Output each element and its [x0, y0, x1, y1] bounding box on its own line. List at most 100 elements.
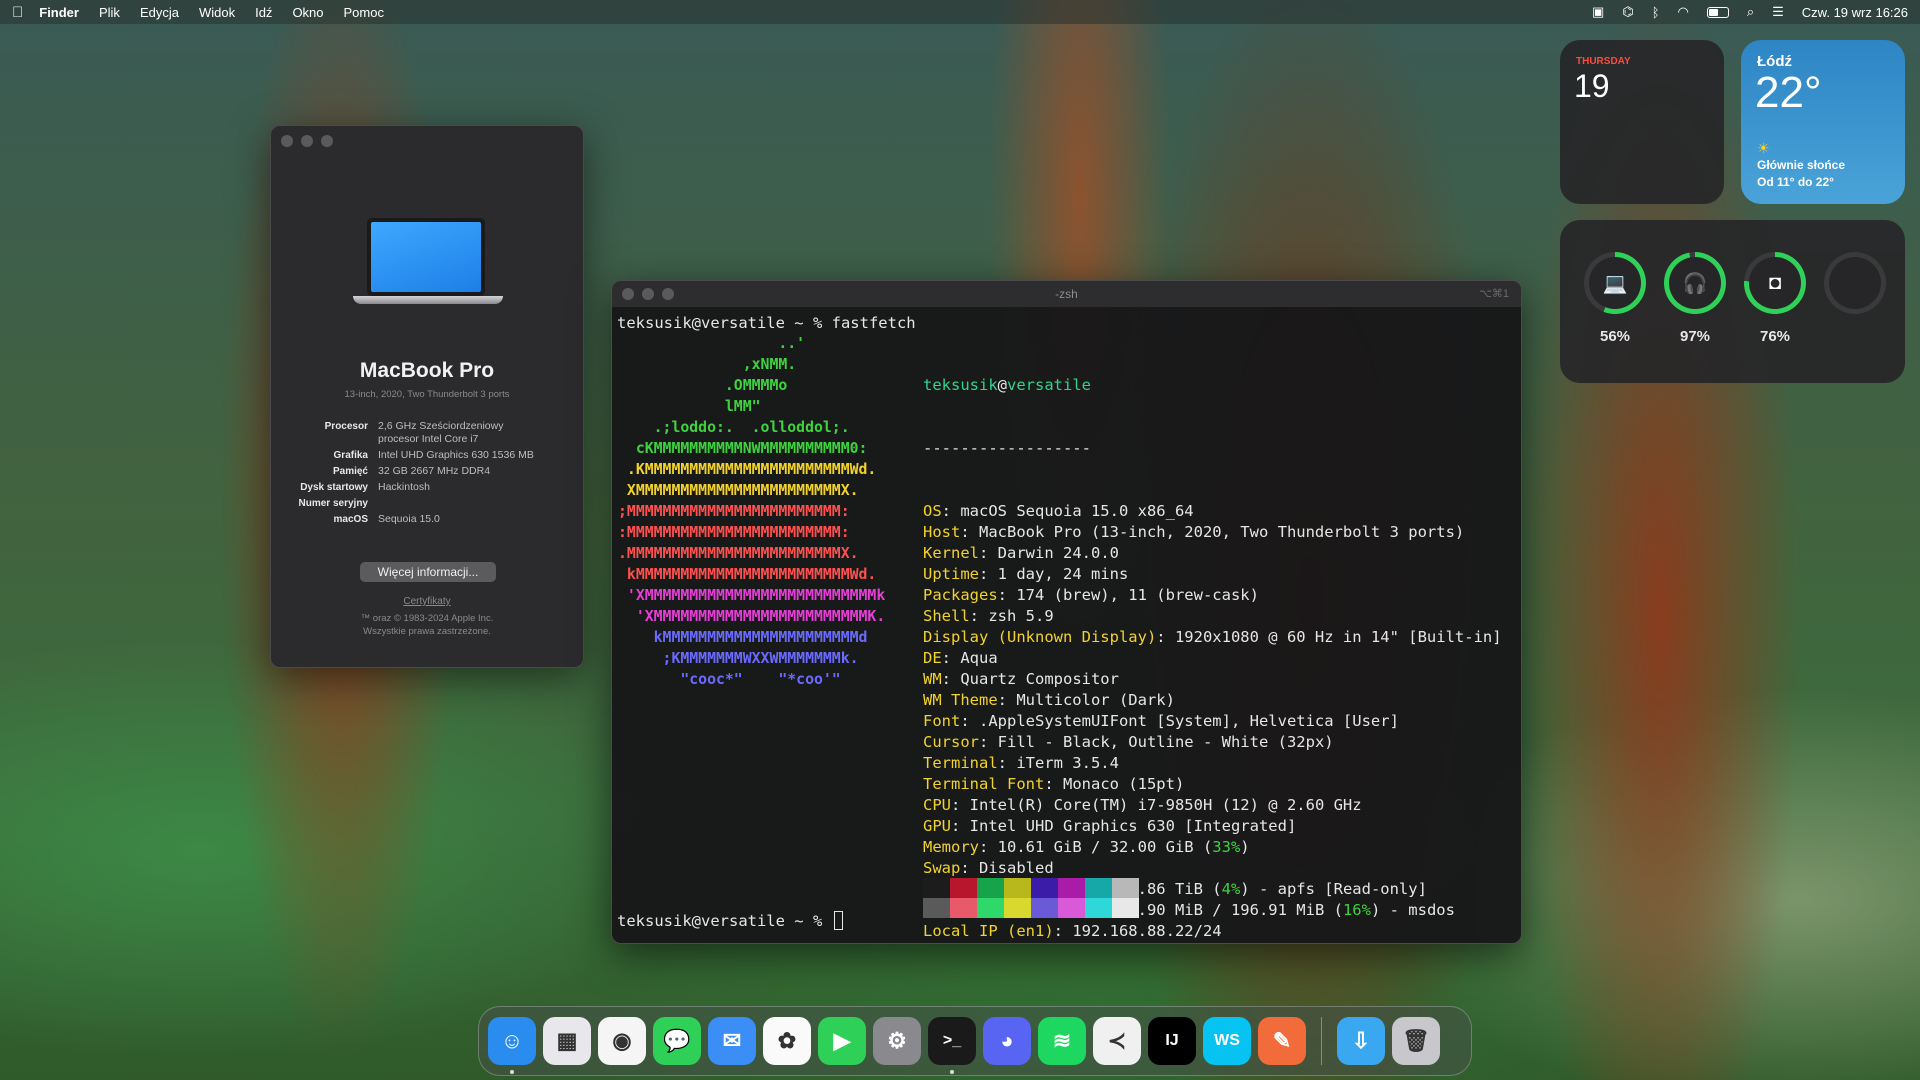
- palette-swatch: [1031, 898, 1058, 918]
- text-cursor: [833, 911, 843, 930]
- spec-row-startup-disk: Dysk startowy Hackintosh: [271, 481, 583, 494]
- info-tail: [Discharging]: [1175, 943, 1306, 944]
- spec-value: 32 GB 2667 MHz DDR4: [378, 465, 491, 477]
- palette-swatch: [1004, 878, 1031, 898]
- info-colon: : 1 day, 24 mins: [979, 565, 1129, 583]
- dock-separator: [1321, 1017, 1322, 1065]
- mail-icon[interactable]: ✉: [708, 1017, 756, 1065]
- info-row: WM: Quartz Compositor: [923, 669, 1502, 690]
- info-label: Cursor: [923, 733, 979, 751]
- trash-icon[interactable]: 🗑: [1392, 1017, 1440, 1065]
- photos-icon[interactable]: ✿: [763, 1017, 811, 1065]
- username: teksusik: [923, 376, 998, 394]
- info-row: WM Theme: Multicolor (Dark): [923, 690, 1502, 711]
- at-sign: @: [997, 376, 1007, 394]
- terminal-window[interactable]: -zsh ⌥⌘1 teksusik@versatile ~ % fastfetc…: [611, 280, 1522, 944]
- info-colon: : Disabled: [960, 859, 1054, 877]
- model-name: MacBook Pro: [359, 359, 495, 382]
- spec-label: Procesor: [324, 421, 368, 432]
- info-label: Terminal Font: [923, 775, 1045, 793]
- ascii-line: .MMMMMMMMMMMMMMMMMMMMMMMMX.: [618, 545, 859, 562]
- finder-icon[interactable]: ☺: [488, 1017, 536, 1074]
- weather-widget[interactable]: Łódź 22° ☀ Głównie słońce Od 11° do 22°: [1741, 40, 1905, 204]
- stage-manager-icon[interactable]: ▣: [1592, 4, 1604, 20]
- info-colon: : 192.168.88.22/24: [1053, 922, 1222, 940]
- facetime-icon[interactable]: ▶: [818, 1017, 866, 1065]
- apple-menu-icon[interactable]: : [12, 4, 23, 21]
- zoom-button[interactable]: [321, 135, 333, 147]
- menu-file[interactable]: Plik: [99, 5, 120, 20]
- discord-icon[interactable]: ◕: [983, 1017, 1031, 1065]
- close-button[interactable]: [281, 135, 293, 147]
- menu-clock[interactable]: Czw. 19 wrz 16:26: [1802, 5, 1908, 20]
- airpods-status-icon[interactable]: ⌬: [1622, 4, 1633, 20]
- running-indicator: [950, 1070, 954, 1074]
- vscode-icon[interactable]: ≺: [1093, 1017, 1141, 1065]
- divider-line: ------------------: [923, 439, 1091, 457]
- spotlight-search-icon[interactable]: ⌕: [1747, 4, 1754, 20]
- system-settings-icon[interactable]: ⚙: [873, 1017, 921, 1065]
- menu-help[interactable]: Pomoc: [344, 5, 384, 20]
- info-row: Packages: 174 (brew), 11 (brew-cask): [923, 585, 1502, 606]
- terminal-icon[interactable]: >_: [928, 1017, 976, 1074]
- info-colon: : macOS Sequoia 15.0 x86_64: [941, 502, 1194, 520]
- terminal-titlebar[interactable]: -zsh ⌥⌘1: [612, 281, 1521, 307]
- calendar-widget[interactable]: THURSDAY 19: [1560, 40, 1724, 204]
- menu-bar:  Finder Plik Edycja Widok Idź Okno Pomo…: [0, 0, 1920, 24]
- info-row: Uptime: 1 day, 24 mins: [923, 564, 1502, 585]
- spec-value: 2,6 GHz Sześciordzeniowy procesor Intel …: [378, 420, 504, 445]
- sketch-icon[interactable]: ✎: [1258, 1017, 1306, 1065]
- info-label: DE: [923, 649, 942, 667]
- spec-row-serial: Numer seryjny: [271, 497, 583, 510]
- battery-ring: 🎧 97%: [1664, 252, 1726, 345]
- menu-edit[interactable]: Edycja: [140, 5, 179, 20]
- active-prompt[interactable]: teksusik@versatile ~ %: [617, 911, 843, 932]
- info-label: CPU: [923, 796, 951, 814]
- palette-swatch: [1112, 898, 1139, 918]
- info-label: Font: [923, 712, 961, 730]
- downloads-folder-icon[interactable]: ⇩: [1337, 1017, 1385, 1065]
- certificates-link[interactable]: Certyfikaty: [271, 596, 583, 607]
- menu-go[interactable]: Idź: [255, 5, 272, 20]
- wifi-icon[interactable]: ◠: [1678, 4, 1689, 20]
- menu-window[interactable]: Okno: [292, 5, 323, 20]
- copyright-text: ™ oraz © 1983-2024 Apple Inc. Wszystkie …: [271, 612, 583, 638]
- battery-percent: 97%: [1679, 328, 1711, 345]
- ascii-line: lMM": [618, 398, 761, 415]
- bluetooth-icon[interactable]: ᛒ: [1652, 5, 1660, 20]
- webstorm-icon[interactable]: WS: [1203, 1017, 1251, 1065]
- menu-view[interactable]: Widok: [199, 5, 235, 20]
- info-label: WM Theme: [923, 691, 998, 709]
- battery-icon[interactable]: [1706, 6, 1729, 18]
- batteries-widget[interactable]: 💻 56% 🎧 97% ◘ 76%: [1560, 220, 1905, 383]
- info-colon: : .AppleSystemUIFont [System], Helvetica…: [960, 712, 1399, 730]
- palette-swatch: [1004, 898, 1031, 918]
- info-label: GPU: [923, 817, 951, 835]
- info-label: OS: [923, 502, 942, 520]
- more-info-button[interactable]: Więcej informacji...: [360, 562, 496, 582]
- spec-row-macos: macOS Sequoia 15.0: [271, 513, 583, 526]
- model-subtitle: 13-inch, 2020, Two Thunderbolt 3 ports: [344, 389, 510, 400]
- info-row: Memory: 10.61 GiB / 32.00 GiB (33%): [923, 837, 1502, 858]
- info-percent: 33%: [1212, 838, 1241, 856]
- chrome-icon[interactable]: ◉: [598, 1017, 646, 1065]
- info-colon: : Quartz Compositor: [941, 670, 1119, 688]
- control-center-icon[interactable]: ☰: [1772, 4, 1784, 20]
- airpods-case-icon: ◘: [1749, 257, 1801, 309]
- launchpad-icon[interactable]: ▦: [543, 1017, 591, 1065]
- info-row: Shell: zsh 5.9: [923, 606, 1502, 627]
- info-label: Shell: [923, 607, 970, 625]
- info-colon: : Multicolor (Dark): [997, 691, 1175, 709]
- spec-value: Sequoia 15.0: [378, 513, 440, 525]
- info-label: Local IP (en1): [923, 922, 1054, 940]
- menu-app-name[interactable]: Finder: [39, 5, 79, 20]
- spotify-icon[interactable]: ≋: [1038, 1017, 1086, 1065]
- info-percent: 4%: [1221, 880, 1241, 898]
- messages-icon[interactable]: 💬: [653, 1017, 701, 1065]
- info-row: Swap: Disabled: [923, 858, 1502, 879]
- empty-slot: [1829, 257, 1881, 309]
- intellij-icon[interactable]: IJ: [1148, 1017, 1196, 1065]
- minimize-button[interactable]: [301, 135, 313, 147]
- ascii-line: 'XMMMMMMMMMMMMMMMMMMMMMMMMMMk: [618, 587, 886, 604]
- info-row: Battery (DELL JG75F03): 54% [Discharging…: [923, 942, 1502, 944]
